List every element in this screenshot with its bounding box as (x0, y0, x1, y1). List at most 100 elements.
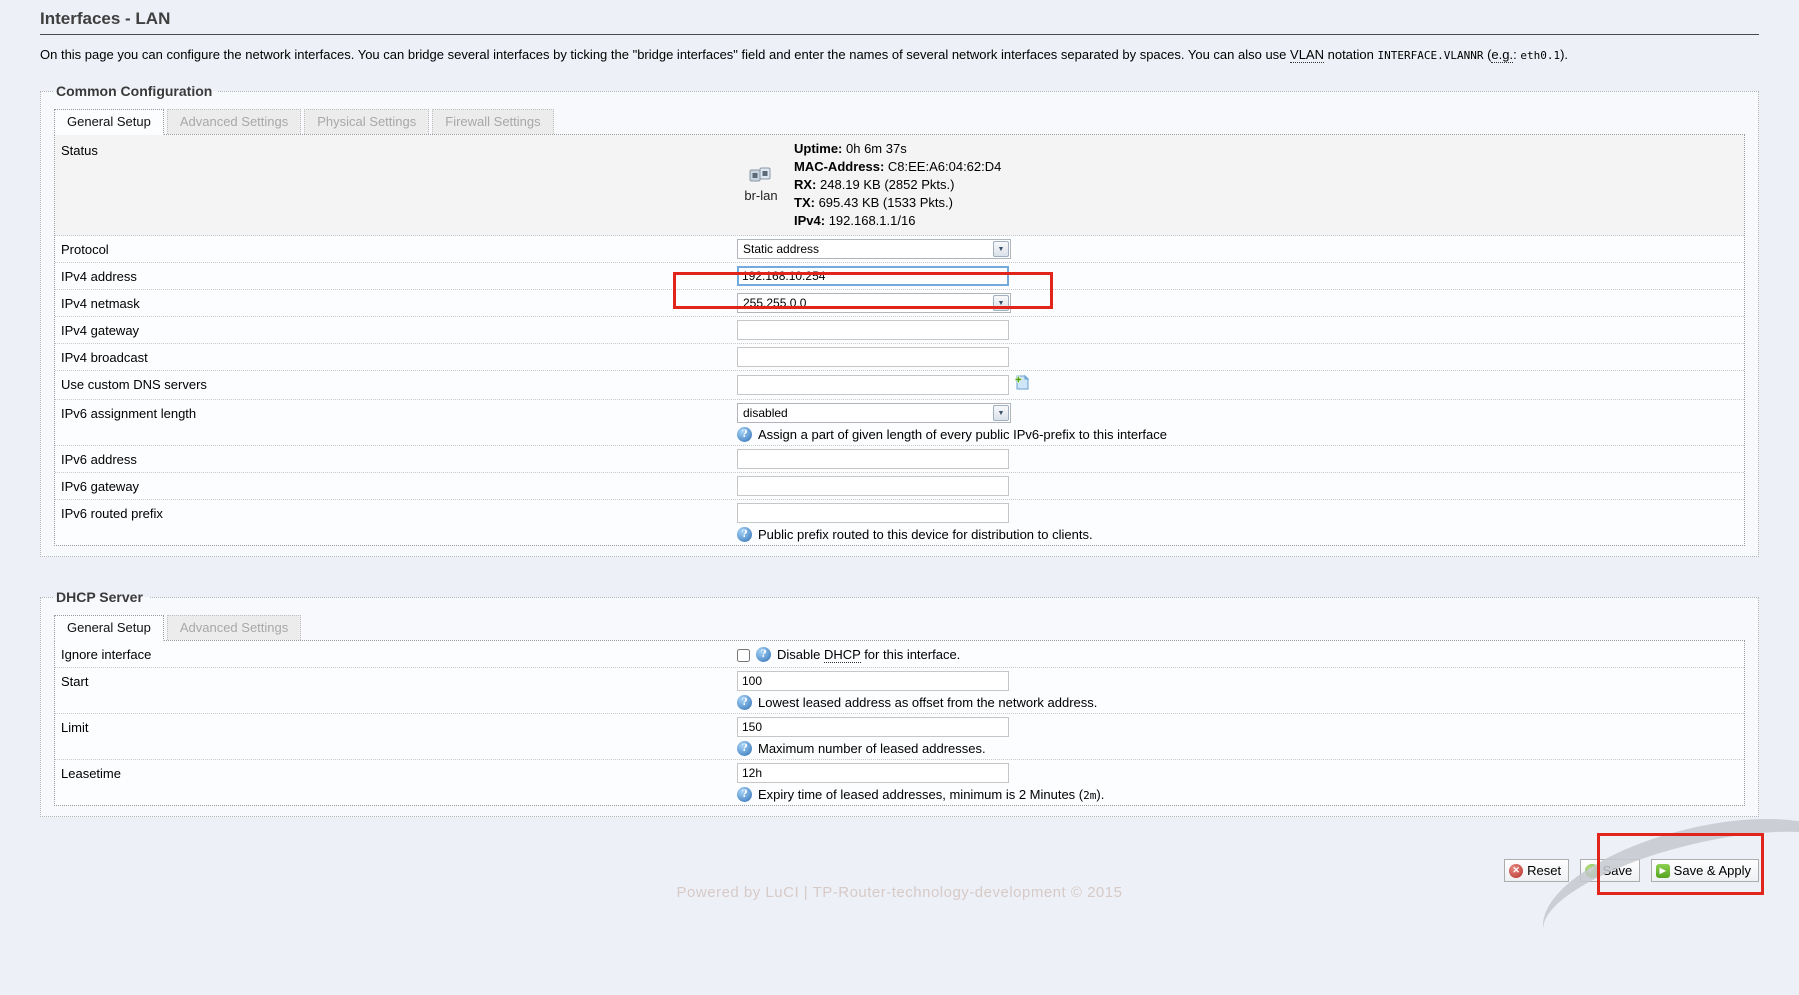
help-icon: ? (737, 527, 752, 542)
reset-icon: ✕ (1509, 864, 1523, 878)
ipv4-gateway-row: IPv4 gateway (55, 317, 1744, 344)
ignore-interface-row: Ignore interface ? Disable DHCP for this… (55, 641, 1744, 668)
description-code-eth: eth0.1 (1520, 49, 1560, 62)
status-label: Status (61, 140, 737, 158)
page-title: Interfaces - LAN (40, 0, 1759, 35)
custom-dns-row: Use custom DNS servers (55, 371, 1744, 400)
common-tabs: General Setup Advanced Settings Physical… (54, 109, 1745, 134)
common-tab-content: Status br-lan (54, 134, 1745, 546)
description-abbr-vlan: VLAN (1290, 47, 1324, 63)
ipv6-gateway-input[interactable] (737, 476, 1009, 496)
ipv6-assignment-row: IPv6 assignment length disabled ▼ ? Assi… (55, 400, 1744, 446)
tab-general-setup[interactable]: General Setup (54, 109, 164, 135)
protocol-label: Protocol (61, 239, 737, 257)
ipv6-assignment-label: IPv6 assignment length (61, 403, 737, 421)
ipv6-prefix-row: IPv6 routed prefix ? Public prefix route… (55, 500, 1744, 545)
ipv6-gateway-label: IPv6 gateway (61, 476, 737, 494)
custom-dns-input[interactable] (737, 375, 1009, 395)
help-icon: ? (737, 695, 752, 710)
dhcp-server-section: DHCP Server General Setup Advanced Setti… (40, 589, 1759, 817)
dhcp-leasetime-label: Leasetime (61, 763, 737, 781)
ipv4-gateway-input[interactable] (737, 320, 1009, 340)
dhcp-limit-help: ? Maximum number of leased addresses. (737, 741, 1738, 756)
chevron-down-icon: ▼ (993, 241, 1009, 257)
footer-text: Powered by LuCI | TP-Router-technology-d… (0, 884, 1799, 901)
dhcp-limit-label: Limit (61, 717, 737, 735)
status-ipv4: IPv4: 192.168.1.1/16 (794, 212, 1001, 230)
help-icon: ? (737, 741, 752, 756)
status-rx: RX: 248.19 KB (2852 Pkts.) (794, 176, 1001, 194)
dhcp-leasetime-row: Leasetime ? Expiry time of leased addres… (55, 760, 1744, 805)
dhcp-start-row: Start ? Lowest leased address as offset … (55, 668, 1744, 714)
tab-physical-settings[interactable]: Physical Settings (304, 109, 429, 134)
ipv4-netmask-label: IPv4 netmask (61, 293, 737, 311)
ignore-interface-label: Ignore interface (61, 644, 737, 662)
ipv4-netmask-select-value: 255.255.0.0 (743, 296, 806, 310)
action-button-bar: ✕ Reset ✓ Save ▶ Save & Apply (40, 859, 1759, 882)
common-configuration-legend: Common Configuration (54, 83, 218, 99)
dhcp-limit-row: Limit ? Maximum number of leased address… (55, 714, 1744, 760)
description-text-1: On this page you can configure the netwo… (40, 47, 1290, 62)
ipv4-gateway-label: IPv4 gateway (61, 320, 737, 338)
custom-dns-label: Use custom DNS servers (61, 374, 737, 392)
dhcp-leasetime-input[interactable] (737, 763, 1009, 783)
ipv4-broadcast-input[interactable] (737, 347, 1009, 367)
ipv6-prefix-input[interactable] (737, 503, 1009, 523)
ipv6-prefix-label: IPv6 routed prefix (61, 503, 737, 521)
ipv6-address-label: IPv6 address (61, 449, 737, 467)
interface-device-name: br-lan (737, 188, 785, 203)
status-row: Status br-lan (55, 135, 1744, 236)
ipv4-netmask-select[interactable]: 255.255.0.0 ▼ (737, 293, 1011, 313)
help-icon: ? (756, 647, 771, 662)
chevron-down-icon: ▼ (993, 295, 1009, 311)
ipv6-assignment-select-value: disabled (743, 406, 788, 420)
bridge-interface-icon (747, 173, 775, 188)
status-details: Uptime: 0h 6m 37s MAC-Address: C8:EE:A6:… (794, 140, 1001, 230)
ipv4-broadcast-row: IPv4 broadcast (55, 344, 1744, 371)
dhcp-tabs: General Setup Advanced Settings (54, 615, 1745, 640)
dhcp-server-legend: DHCP Server (54, 589, 149, 605)
add-entry-icon[interactable] (1013, 374, 1030, 396)
status-mac: MAC-Address: C8:EE:A6:04:62:D4 (794, 158, 1001, 176)
dhcp-start-input[interactable] (737, 671, 1009, 691)
dhcp-start-label: Start (61, 671, 737, 689)
status-uptime: Uptime: 0h 6m 37s (794, 140, 1001, 158)
ipv4-address-row: IPv4 address (55, 263, 1744, 290)
status-tx: TX: 695.43 KB (1533 Pkts.) (794, 194, 1001, 212)
ipv6-address-input[interactable] (737, 449, 1009, 469)
dhcp-tab-content: Ignore interface ? Disable DHCP for this… (54, 640, 1745, 806)
description-text-5: ). (1560, 47, 1568, 62)
reset-button[interactable]: ✕ Reset (1504, 859, 1569, 882)
ipv6-gateway-row: IPv6 gateway (55, 473, 1744, 500)
ipv6-assignment-select[interactable]: disabled ▼ (737, 403, 1011, 423)
chevron-down-icon: ▼ (993, 405, 1009, 421)
tab-firewall-settings[interactable]: Firewall Settings (432, 109, 553, 134)
ipv4-netmask-row: IPv4 netmask 255.255.0.0 ▼ (55, 290, 1744, 317)
description-abbr-eg: e.g. (1491, 47, 1513, 63)
ipv6-assignment-help: ? Assign a part of given length of every… (737, 427, 1738, 442)
ipv4-broadcast-label: IPv4 broadcast (61, 347, 737, 365)
ipv4-address-input[interactable] (737, 266, 1009, 286)
ipv4-address-label: IPv4 address (61, 266, 737, 284)
dhcp-leasetime-help: ? Expiry time of leased addresses, minim… (737, 787, 1738, 802)
help-icon: ? (737, 427, 752, 442)
dhcp-tab-advanced-settings[interactable]: Advanced Settings (167, 615, 301, 640)
help-icon: ? (737, 787, 752, 802)
ignore-interface-help: Disable DHCP for this interface. (777, 647, 960, 662)
ignore-interface-checkbox[interactable] (737, 649, 750, 662)
main-content: Interfaces - LAN On this page you can co… (0, 0, 1799, 882)
ipv6-prefix-help: ? Public prefix routed to this device fo… (737, 527, 1738, 542)
interface-device: br-lan (737, 167, 785, 203)
dhcp-tab-general-setup[interactable]: General Setup (54, 615, 164, 641)
dhcp-limit-input[interactable] (737, 717, 1009, 737)
description-code-interface: INTERFACE.VLANNR (1378, 49, 1484, 62)
protocol-select-value: Static address (743, 242, 819, 256)
description-text-2: notation (1324, 47, 1378, 62)
page-description: On this page you can configure the netwo… (40, 45, 1759, 65)
tab-advanced-settings[interactable]: Advanced Settings (167, 109, 301, 134)
ipv6-address-row: IPv6 address (55, 446, 1744, 473)
common-configuration-section: Common Configuration General Setup Advan… (40, 83, 1759, 557)
protocol-row: Protocol Static address ▼ (55, 236, 1744, 263)
dhcp-start-help: ? Lowest leased address as offset from t… (737, 695, 1738, 710)
protocol-select[interactable]: Static address ▼ (737, 239, 1011, 259)
